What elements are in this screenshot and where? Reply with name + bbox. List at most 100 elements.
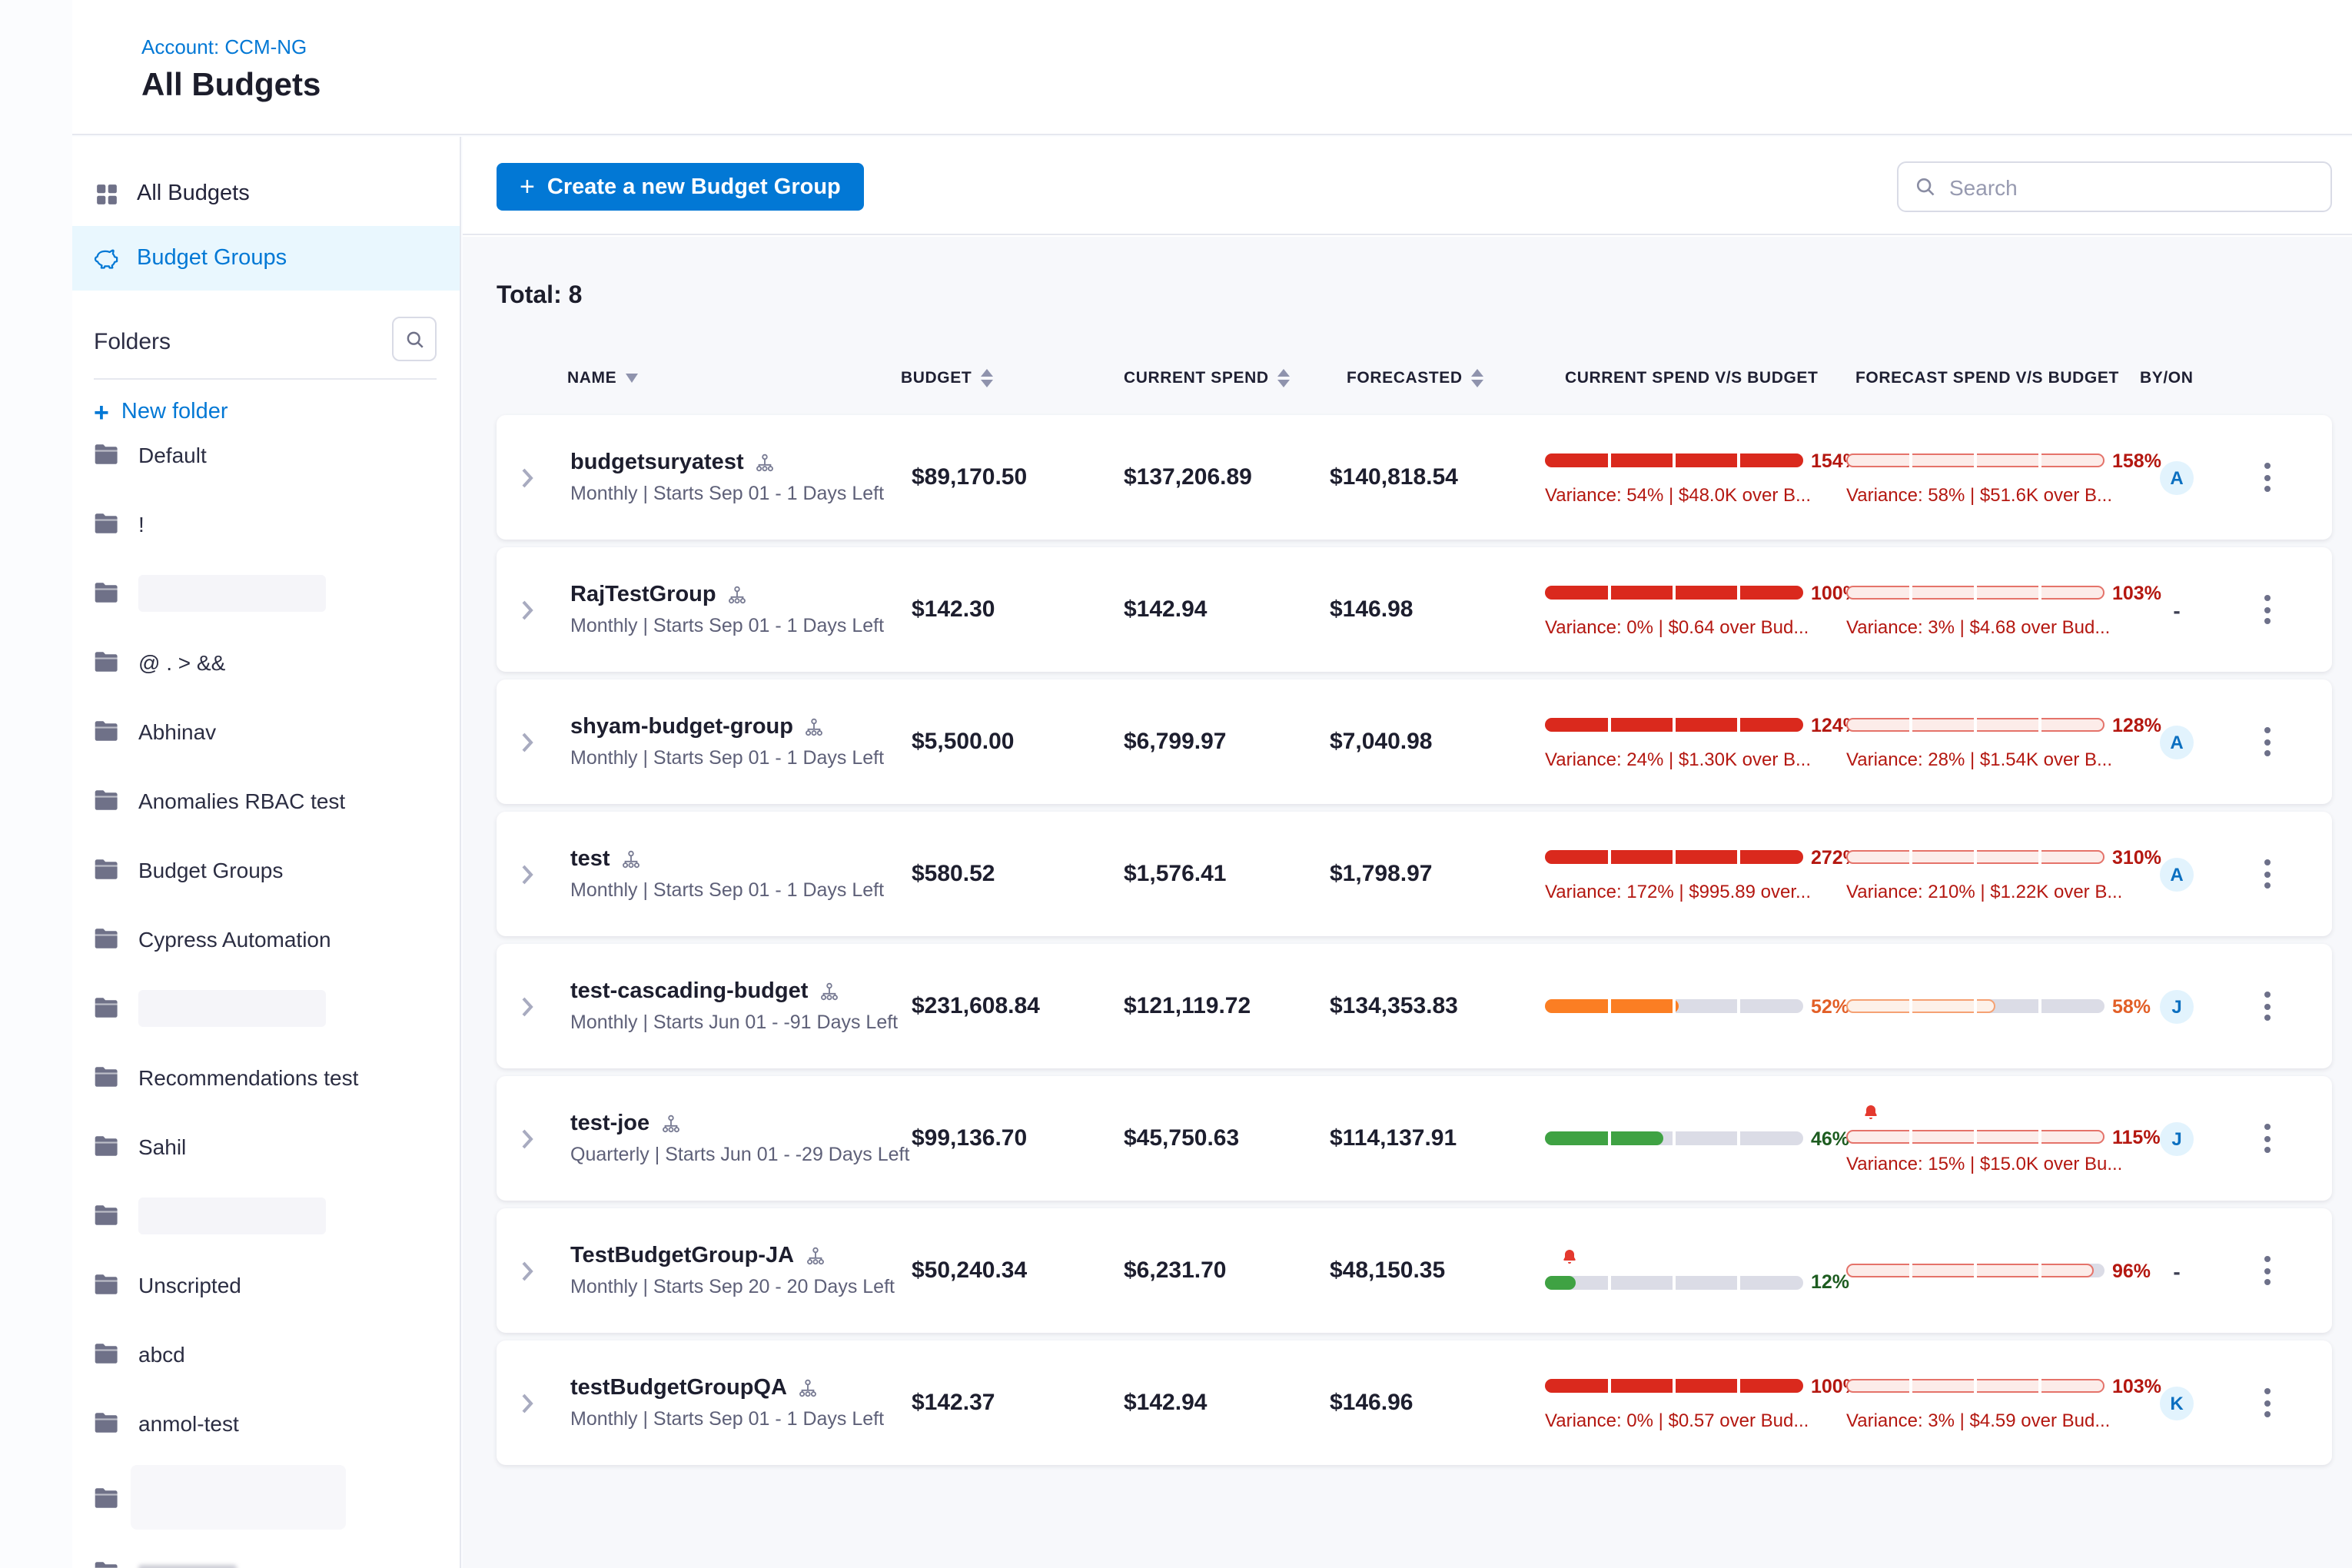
sidebar-item-label: Budget Groups: [137, 246, 287, 271]
folder-item-redacted[interactable]: [72, 1457, 460, 1537]
folder-item-default[interactable]: Default: [72, 420, 460, 489]
piggy-bank-icon: [94, 247, 120, 270]
expand-button[interactable]: [521, 1076, 533, 1201]
folder-name-skeleton: [138, 1197, 326, 1234]
folder-name-blurred: [138, 1565, 237, 1568]
total-count: Total: 8: [497, 283, 582, 311]
forecast-vs-budget-bar: [1846, 453, 2105, 467]
row-menu-button[interactable]: [2252, 1340, 2283, 1465]
chevron-right-icon: [521, 731, 533, 752]
forecast-vs-budget-pct: 96%: [2112, 1260, 2151, 1281]
row-menu-button[interactable]: [2252, 415, 2283, 540]
folder-item[interactable]: Recommendations test: [72, 1042, 460, 1111]
table-row[interactable]: test-joe Quarterly | Starts Jun 01 - -29…: [497, 1076, 2332, 1201]
folder-name-skeleton: [138, 574, 326, 611]
row-menu-button[interactable]: [2252, 547, 2283, 672]
budget-group-name[interactable]: test-joe: [570, 1111, 680, 1136]
bell-icon: [1560, 1248, 1579, 1267]
forecasted-value: $114,137.91: [1330, 1125, 1457, 1151]
org-chart-icon: [805, 1246, 825, 1266]
column-header-budget[interactable]: BUDGET: [901, 369, 993, 387]
current-vs-budget-bar: [1545, 850, 1803, 864]
column-header-current-spend[interactable]: CURRENT SPEND: [1124, 369, 1291, 387]
sidebar-item-label: All Budgets: [137, 181, 250, 206]
expand-button[interactable]: [521, 415, 533, 540]
table-row[interactable]: test-cascading-budget Monthly | Starts J…: [497, 944, 2332, 1068]
row-menu-button[interactable]: [2252, 679, 2283, 804]
folder-item[interactable]: Anomalies RBAC test: [72, 766, 460, 835]
expand-button[interactable]: [521, 547, 533, 672]
folder-search-button[interactable]: [392, 317, 437, 361]
table-row[interactable]: RajTestGroup Monthly | Starts Sep 01 - 1…: [497, 547, 2332, 672]
current-spend-value: $142.94: [1124, 596, 1207, 623]
expand-button[interactable]: [521, 1340, 533, 1465]
account-breadcrumb-link[interactable]: Account: CCM-NG: [141, 35, 307, 58]
folder-icon: [94, 1273, 120, 1296]
expand-button[interactable]: [521, 812, 533, 936]
row-menu-button[interactable]: [2252, 1208, 2283, 1333]
folder-label: Default: [138, 442, 207, 467]
current-spend-value: $121,119.72: [1124, 993, 1251, 1019]
folder-item[interactable]: @ . > &&: [72, 627, 460, 696]
folder-label: anmol-test: [138, 1410, 239, 1435]
row-menu-button[interactable]: [2252, 944, 2283, 1068]
folder-item[interactable]: !: [72, 489, 460, 558]
column-header-forecasted[interactable]: FORECASTED: [1347, 369, 1484, 387]
budget-group-name[interactable]: test-cascading-budget: [570, 979, 839, 1004]
folder-item[interactable]: Cypress Automation: [72, 904, 460, 973]
folder-icon: [94, 443, 120, 466]
folder-item-redacted[interactable]: [72, 558, 460, 627]
budget-group-name[interactable]: test: [570, 847, 641, 872]
folder-item[interactable]: Unscripted: [72, 1250, 460, 1319]
create-budget-group-button[interactable]: + Create a new Budget Group: [497, 163, 864, 211]
budget-schedule: Monthly | Starts Jun 01 - -91 Days Left: [570, 1012, 898, 1033]
budget-group-name[interactable]: budgetsuryatest: [570, 450, 775, 475]
budget-group-name[interactable]: testBudgetGroupQA: [570, 1376, 818, 1400]
current-vs-budget-pct: 52%: [1811, 995, 1849, 1017]
forecasted-value: $7,040.98: [1330, 729, 1432, 755]
folder-item[interactable]: Abhinav: [72, 696, 460, 766]
org-chart-icon: [621, 849, 641, 869]
sidebar-item-all-budgets[interactable]: All Budgets: [72, 161, 460, 226]
folder-item-redacted[interactable]: [72, 1537, 460, 1568]
budget-group-name[interactable]: RajTestGroup: [570, 583, 747, 607]
folder-item[interactable]: Budget Groups: [72, 835, 460, 904]
table-row[interactable]: shyam-budget-group Monthly | Starts Sep …: [497, 679, 2332, 804]
chevron-right-icon: [521, 1392, 533, 1414]
column-header-forecast-vs-budget: FORECAST SPEND V/S BUDGET: [1855, 369, 2119, 387]
search-box: [1897, 161, 2332, 212]
chevron-right-icon: [521, 1128, 533, 1149]
expand-button[interactable]: [521, 1208, 533, 1333]
folder-item-redacted[interactable]: [72, 1181, 460, 1250]
row-menu-button[interactable]: [2252, 1076, 2283, 1201]
column-header-by-on: BY/ON: [2140, 369, 2194, 387]
folder-item[interactable]: anmol-test: [72, 1388, 460, 1457]
table-row[interactable]: budgetsuryatest Monthly | Starts Sep 01 …: [497, 415, 2332, 540]
kebab-menu-icon: [2264, 595, 2271, 624]
folder-icon: [94, 1342, 120, 1365]
budget-group-name[interactable]: shyam-budget-group: [570, 715, 824, 739]
budget-group-name[interactable]: TestBudgetGroup-JA: [570, 1244, 825, 1268]
folder-icon: [94, 1486, 120, 1509]
folder-item-redacted[interactable]: [72, 973, 460, 1042]
search-input[interactable]: [1949, 174, 2315, 199]
sort-icon: [981, 369, 993, 387]
folder-label: Anomalies RBAC test: [138, 788, 345, 812]
row-menu-button[interactable]: [2252, 812, 2283, 936]
budget-value: $89,170.50: [912, 464, 1027, 490]
expand-button[interactable]: [521, 944, 533, 1068]
table-header: NAME BUDGET CURRENT SPEND FORECASTED CUR…: [463, 369, 2352, 400]
table-row[interactable]: test Monthly | Starts Sep 01 - 1 Days Le…: [497, 812, 2332, 936]
table-row[interactable]: testBudgetGroupQA Monthly | Starts Sep 0…: [497, 1340, 2332, 1465]
table-row[interactable]: TestBudgetGroup-JA Monthly | Starts Sep …: [497, 1208, 2332, 1333]
current-vs-budget-pct: 12%: [1811, 1271, 1849, 1293]
folder-item[interactable]: abcd: [72, 1319, 460, 1388]
kebab-menu-icon: [2264, 727, 2271, 756]
expand-button[interactable]: [521, 679, 533, 804]
current-vs-budget-bar: [1545, 1275, 1803, 1289]
column-header-name[interactable]: NAME: [567, 369, 638, 387]
sidebar-item-budget-groups[interactable]: Budget Groups: [72, 226, 460, 291]
current-variance: Variance: 54% | $48.0K over B...: [1545, 483, 1811, 505]
folder-name-skeleton: [131, 1465, 346, 1530]
folder-item[interactable]: Sahil: [72, 1111, 460, 1181]
